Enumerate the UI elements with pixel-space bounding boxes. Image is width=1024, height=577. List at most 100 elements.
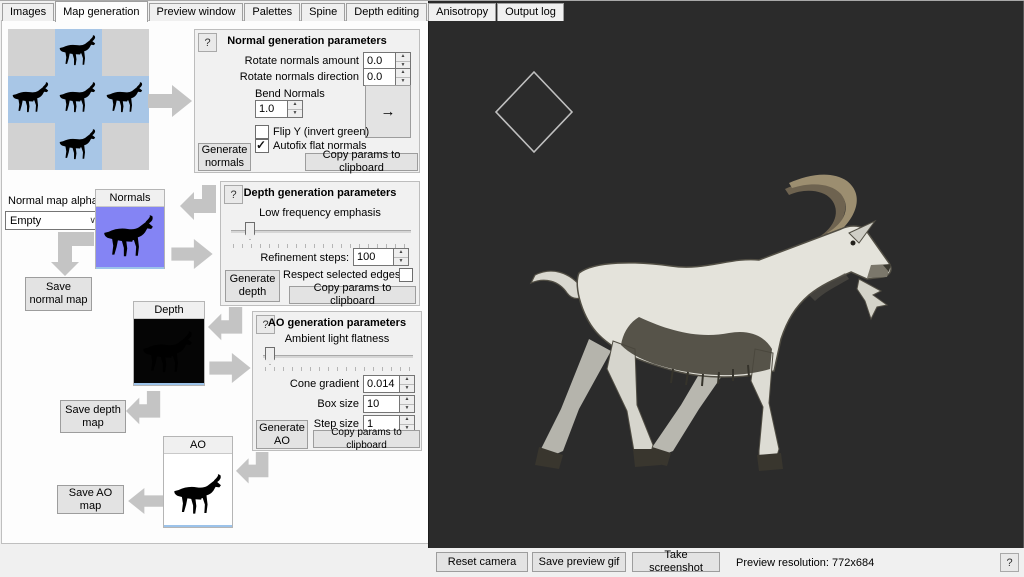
ao-thumbnail[interactable]: AO	[163, 436, 233, 528]
flip-y-checkbox[interactable]	[255, 125, 269, 139]
spin-up-icon[interactable]: ▲	[394, 249, 408, 258]
bend-normals-label: Bend Normals	[255, 88, 325, 100]
preview-toolbar: Reset camera Save preview gif Take scree…	[428, 548, 1024, 577]
rotate-normals-direction-value[interactable]: 0.0	[363, 68, 396, 86]
spin-up-icon[interactable]: ▲	[400, 376, 414, 385]
spinner-buttons[interactable]: ▲▼	[400, 395, 415, 413]
tab-palettes[interactable]: Palettes	[244, 3, 300, 21]
box-size-value[interactable]: 10	[363, 395, 400, 413]
app-window: Images Map generation Preview window Pal…	[0, 0, 1024, 577]
low-frequency-emphasis-slider[interactable]	[231, 230, 411, 233]
preview-viewport[interactable]	[428, 1, 1024, 548]
spin-up-icon[interactable]: ▲	[400, 396, 414, 405]
refinement-steps-label: Refinement steps:	[225, 252, 349, 264]
grid-cell-sprite-left[interactable]	[8, 76, 55, 123]
spin-up-icon[interactable]: ▲	[400, 416, 414, 425]
tab-preview-window[interactable]: Preview window	[149, 3, 244, 21]
spinner-buttons[interactable]: ▲▼	[396, 68, 411, 86]
refinement-steps-spinner[interactable]: 100 ▲▼	[353, 248, 409, 266]
save-preview-gif-button[interactable]: Save preview gif	[532, 552, 626, 572]
normal-map-alpha-select[interactable]: Empty ∨	[5, 211, 101, 230]
save-depth-map-button[interactable]: Save depth map	[60, 400, 126, 433]
flow-arrow-elbow-down-left-icon	[208, 307, 246, 345]
slider-ticks	[265, 367, 413, 371]
grid-cell-empty[interactable]	[102, 29, 149, 76]
tab-output-log[interactable]: Output log	[497, 3, 564, 21]
generate-normals-button[interactable]: Generate normals	[198, 143, 251, 171]
spin-down-icon[interactable]: ▼	[288, 110, 302, 118]
normal-map-alpha-label: Normal map alpha:	[8, 195, 101, 207]
preview-goat-render	[523, 169, 903, 514]
normals-thumbnail-caption: Normals	[96, 190, 164, 206]
bend-normals-spinner[interactable]: 1.0 ▲▼	[255, 100, 303, 118]
bend-direction-button[interactable]: →	[365, 85, 411, 138]
take-screenshot-button[interactable]: Take screenshot	[632, 552, 720, 572]
slider-thumb[interactable]	[265, 347, 275, 365]
generate-ao-button[interactable]: Generate AO	[256, 420, 308, 449]
slider-thumb[interactable]	[245, 222, 255, 240]
normal-map-goat-image	[102, 215, 158, 263]
spinner-buttons[interactable]: ▲▼	[394, 248, 409, 266]
spin-up-icon[interactable]: ▲	[396, 53, 410, 62]
tab-anisotropy[interactable]: Anisotropy	[428, 3, 496, 21]
save-normal-map-button[interactable]: Save normal map	[25, 277, 92, 311]
spin-down-icon[interactable]: ▼	[400, 385, 414, 393]
flow-arrow-right-icon	[208, 353, 252, 383]
cone-gradient-value[interactable]: 0.014	[363, 375, 400, 393]
autofix-flat-normals-checkbox[interactable]	[255, 139, 269, 153]
spinner-buttons[interactable]: ▲▼	[400, 375, 415, 393]
panel-title: Depth generation parameters	[221, 187, 419, 199]
reset-camera-button[interactable]: Reset camera	[436, 552, 528, 572]
grid-cell-sprite-bottom[interactable]	[55, 123, 102, 170]
spin-down-icon[interactable]: ▼	[400, 405, 414, 413]
respect-selected-edges-checkbox[interactable]	[399, 268, 413, 282]
cone-gradient-label: Cone gradient	[261, 378, 359, 390]
tab-map-generation[interactable]: Map generation	[55, 1, 147, 22]
ao-generation-panel: ? AO generation parameters Ambient light…	[252, 311, 422, 451]
preview-help-button[interactable]: ?	[1000, 553, 1019, 572]
grid-cell-empty[interactable]	[102, 123, 149, 170]
spin-down-icon[interactable]: ▼	[394, 258, 408, 266]
copy-normal-params-button[interactable]: Copy params to clipboard	[305, 153, 418, 171]
copy-ao-params-button[interactable]: Copy params to clipboard	[313, 430, 420, 448]
rotate-normals-direction-label: Rotate normals direction	[235, 71, 359, 83]
spin-up-icon[interactable]: ▲	[288, 101, 302, 110]
normal-generation-panel: ? Normal generation parameters Rotate no…	[194, 29, 420, 173]
cone-gradient-spinner[interactable]: 0.014 ▲▼	[363, 375, 415, 393]
panel-title: Normal generation parameters	[195, 35, 419, 47]
tab-images[interactable]: Images	[2, 3, 54, 21]
save-ao-map-button[interactable]: Save AO map	[57, 485, 124, 514]
depth-generation-panel: ? Depth generation parameters Low freque…	[220, 181, 420, 306]
spin-down-icon[interactable]: ▼	[396, 78, 410, 86]
depth-thumbnail-caption: Depth	[134, 302, 204, 318]
lighting-direction-grid[interactable]	[8, 29, 149, 170]
ao-map-goat-image	[172, 474, 226, 520]
spin-up-icon[interactable]: ▲	[396, 69, 410, 78]
copy-depth-params-button[interactable]: Copy params to clipboard	[289, 286, 416, 304]
flow-arrow-elbow-down-left-icon	[236, 451, 272, 489]
grid-cell-sprite-right[interactable]	[102, 76, 149, 123]
bend-normals-value[interactable]: 1.0	[255, 100, 288, 118]
flip-y-label: Flip Y (invert green)	[273, 126, 369, 138]
light-direction-diamond-gizmo[interactable]	[489, 67, 579, 157]
normals-thumbnail[interactable]: Normals	[95, 189, 165, 269]
grid-cell-sprite-center[interactable]	[55, 76, 102, 123]
flow-arrow-left-icon	[128, 488, 164, 514]
grid-cell-empty[interactable]	[8, 123, 55, 170]
rotate-normals-direction-spinner[interactable]: 0.0 ▲▼	[363, 68, 411, 86]
ambient-light-flatness-slider[interactable]	[263, 355, 413, 358]
depth-thumbnail[interactable]: Depth	[133, 301, 205, 386]
arrow-right-icon: →	[381, 105, 396, 118]
spinner-buttons[interactable]: ▲▼	[288, 100, 303, 118]
grid-cell-sprite-top[interactable]	[55, 29, 102, 76]
tab-spine[interactable]: Spine	[301, 3, 345, 21]
depth-map-goat-image	[141, 331, 197, 379]
generate-depth-button[interactable]: Generate depth	[225, 270, 280, 302]
goat-sprite-icon	[58, 35, 99, 70]
panel-title: AO generation parameters	[253, 317, 421, 329]
rotate-normals-amount-label: Rotate normals amount	[235, 55, 359, 67]
box-size-spinner[interactable]: 10 ▲▼	[363, 395, 415, 413]
refinement-steps-value[interactable]: 100	[353, 248, 394, 266]
grid-cell-empty[interactable]	[8, 29, 55, 76]
tab-depth-editing[interactable]: Depth editing	[346, 3, 427, 21]
